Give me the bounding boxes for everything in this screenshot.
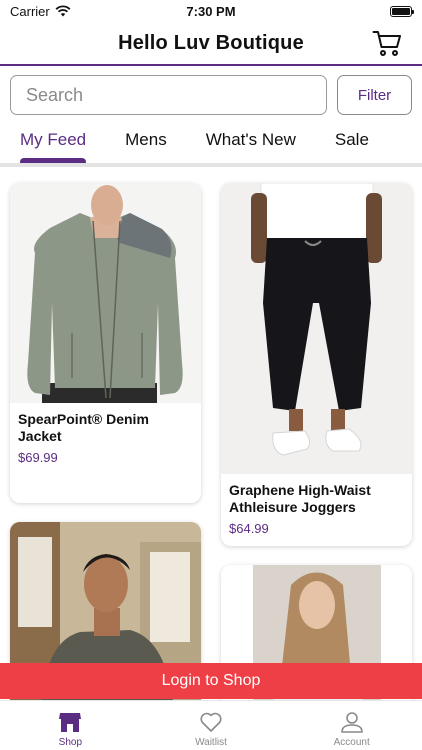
search-input[interactable]	[10, 75, 327, 115]
product-price: $64.99	[229, 521, 269, 536]
product-grid: SpearPoint® Denim Jacket $69.99 Graphene…	[0, 167, 422, 700]
person-icon	[340, 712, 363, 733]
search-row: Filter	[10, 75, 412, 117]
tabbar-label: Shop	[58, 737, 83, 748]
page-title: Hello Luv Boutique	[118, 31, 304, 54]
heart-icon	[200, 712, 222, 732]
filter-button[interactable]: Filter	[337, 75, 412, 115]
product-price: $69.99	[18, 450, 58, 465]
tabbar-item-shop[interactable]: Shop	[0, 701, 141, 750]
tabbar-label: Waitlist	[195, 737, 227, 748]
status-left: Carrier	[10, 4, 71, 19]
tab-sale[interactable]: Sale	[335, 124, 369, 164]
product-card[interactable]: SpearPoint® Denim Jacket $69.99	[10, 183, 201, 503]
product-card[interactable]: Graphene High-Waist Athleisure Joggers $…	[221, 183, 412, 546]
cart-icon[interactable]	[372, 28, 402, 58]
product-title: Graphene High-Waist Athleisure Joggers	[229, 482, 371, 515]
carrier-label: Carrier	[10, 3, 50, 19]
storefront-icon	[59, 713, 82, 732]
category-tabs: My Feed Mens What's New Sale	[0, 124, 422, 164]
battery-icon	[390, 5, 414, 17]
login-to-shop-button[interactable]: Login to Shop	[0, 663, 422, 699]
joggers-photo	[221, 183, 412, 474]
wifi-icon	[55, 5, 71, 17]
tab-my-feed[interactable]: My Feed	[20, 124, 87, 164]
tab-mens[interactable]: Mens	[125, 124, 167, 164]
product-title: SpearPoint® Denim Jacket	[18, 411, 149, 444]
bottom-tab-bar: Shop Waitlist Account	[0, 700, 422, 750]
status-bar: Carrier 7:30 PM	[0, 0, 422, 22]
tabbar-label: Account	[333, 737, 370, 748]
tabbar-item-waitlist[interactable]: Waitlist	[141, 701, 282, 750]
app-header: Hello Luv Boutique	[0, 22, 422, 66]
product-info: Graphene High-Waist Athleisure Joggers $…	[221, 474, 412, 536]
tabbar-item-account[interactable]: Account	[281, 701, 422, 750]
denim-jacket-photo	[10, 183, 201, 403]
tab-whats-new[interactable]: What's New	[206, 124, 296, 164]
product-info: SpearPoint® Denim Jacket $69.99	[10, 403, 201, 465]
